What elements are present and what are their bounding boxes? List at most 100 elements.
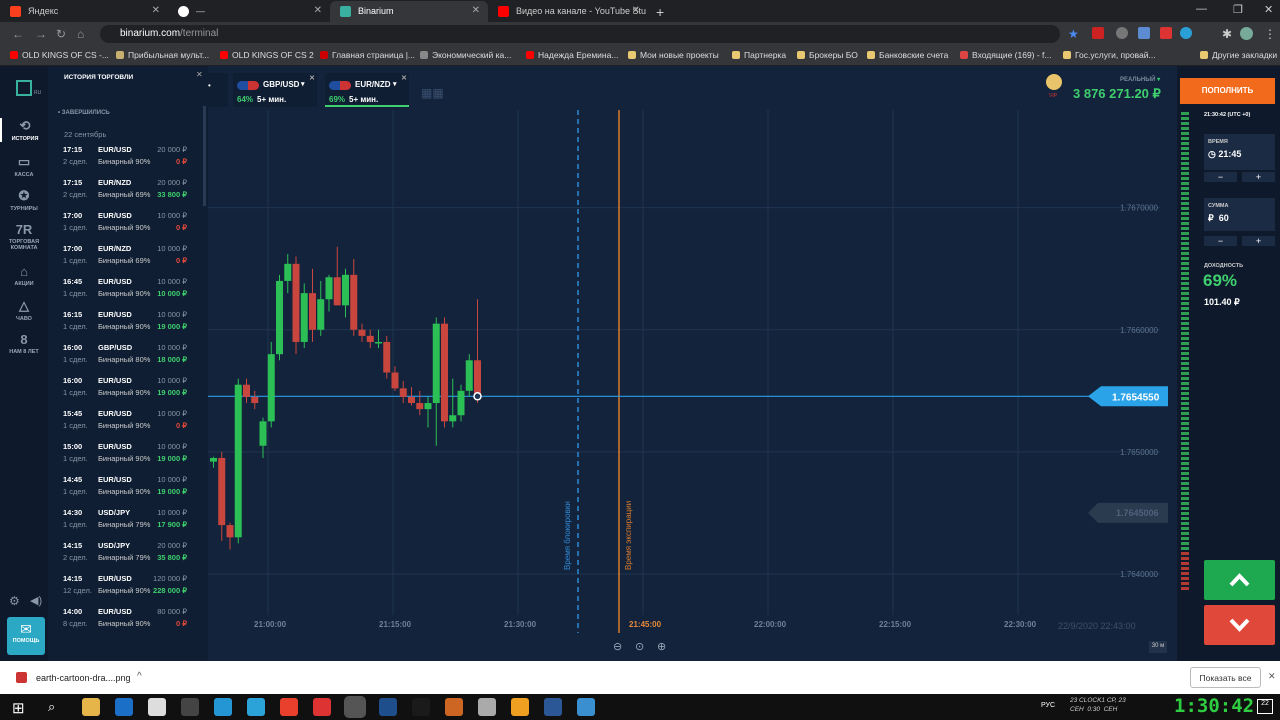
zoom-out-icon[interactable]: ⊖ (613, 640, 622, 653)
history-row[interactable]: 15:45 EUR/USD 10 000 ₽1 сдел. Бинарный 90% 0… (48, 406, 200, 439)
account-type[interactable]: РЕАЛЬНЫЙ ▾ (1120, 76, 1160, 83)
chrome-icon[interactable] (280, 698, 298, 716)
extension-icon[interactable] (1138, 27, 1150, 39)
layout-grid-icon[interactable]: ▦▦ (421, 86, 444, 100)
sidebar-item-wallet[interactable]: ▭ КАССА (0, 154, 48, 178)
history-row[interactable]: 14:15 USD/JPY 20 000 ₽2 сдел. Бинарный 79% 3… (48, 538, 200, 571)
new-tab-button[interactable]: + (650, 1, 674, 22)
amount-minus-button[interactable]: − (1204, 236, 1237, 246)
extension-icon[interactable] (1116, 27, 1128, 39)
bookmark-item[interactable]: Другие закладки (1200, 50, 1277, 60)
reload-icon[interactable]: ↻ (56, 27, 66, 41)
asset-tab-eurnzd[interactable]: EUR/NZD ▾ 69% 5+ мин. ✕ (325, 73, 409, 107)
forward-icon[interactable]: → (35, 27, 47, 41)
extension-icon[interactable] (1160, 27, 1172, 39)
extensions-puzzle-icon[interactable]: ✱ (1222, 27, 1232, 41)
bookmark-item[interactable]: Главная страница |... (320, 50, 415, 60)
bookmark-star-icon[interactable]: ★ (1068, 27, 1079, 41)
skype-icon[interactable] (214, 698, 232, 716)
save-icon[interactable] (181, 698, 199, 716)
bookmark-item[interactable]: Банковские счета (867, 50, 948, 60)
notifications-icon[interactable]: 22 (1257, 699, 1273, 714)
python-icon[interactable] (577, 698, 595, 716)
bookmark-item[interactable]: OLD KINGS OF CS 2 (220, 50, 314, 60)
close-asset-icon[interactable]: ✕ (401, 74, 407, 82)
bookmark-item[interactable]: Партнерка (732, 50, 786, 60)
history-row[interactable]: 17:00 EUR/USD 10 000 ₽1 сдел. Бинарный 90% 0… (48, 208, 200, 241)
avatar[interactable] (1240, 27, 1253, 40)
history-row[interactable]: 14:45 EUR/USD 10 000 ₽1 сдел. Бинарный 90% 1… (48, 472, 200, 505)
bookmark-item[interactable]: Брокеры БО (797, 50, 858, 60)
chrome-active-icon[interactable] (344, 696, 366, 718)
sidebar-item-anniversary[interactable]: 8 НАМ 8 ЛЕТ (0, 332, 48, 355)
close-window-icon[interactable]: ✕ (1264, 3, 1273, 16)
amount-plus-button[interactable]: + (1242, 236, 1275, 246)
adblock-icon[interactable] (1092, 27, 1104, 39)
sound-icon[interactable]: ◀) (30, 594, 42, 607)
amount-field[interactable]: СУММА ₽ 60 (1204, 198, 1275, 231)
history-row[interactable]: 16:00 GBP/USD 10 000 ₽1 сдел. Бинарный 80% 1… (48, 340, 200, 373)
windows-start-icon[interactable]: ⊞ (12, 699, 25, 717)
close-tab-icon[interactable]: ✕ (472, 5, 480, 16)
put-down-button[interactable] (1204, 605, 1275, 645)
minimize-window-icon[interactable]: — (1196, 3, 1207, 15)
zoom-in-icon[interactable]: ⊕ (657, 640, 666, 653)
language-indicator[interactable]: РУС (1041, 702, 1055, 709)
show-all-button[interactable]: Показать все (1190, 667, 1261, 688)
time-plus-button[interactable]: + (1242, 172, 1275, 182)
sidebar-item-history[interactable]: ⟲ ИСТОРИЯ (0, 118, 48, 142)
media-icon[interactable] (148, 698, 166, 716)
time-field[interactable]: ВРЕМЯ ◷ 21:45 (1204, 134, 1275, 170)
reset-zoom-icon[interactable]: ⊙ (635, 640, 644, 653)
close-history-icon[interactable]: ✕ (196, 70, 203, 79)
extension-icon[interactable] (1180, 27, 1192, 39)
tab-youtube[interactable]: Видео на канале - YouTube Stu ✕ (488, 1, 648, 22)
bookmark-item[interactable]: Экономический ка... (420, 50, 511, 60)
sidebar-item-faq[interactable]: △ ЧАВО (0, 298, 48, 322)
history-row[interactable]: 16:45 EUR/USD 10 000 ₽1 сдел. Бинарный 90% 1… (48, 274, 200, 307)
sidebar-item-gift[interactable]: ⌂ АКЦИИ (0, 264, 48, 287)
settings-gear-icon[interactable]: ⚙ (9, 594, 20, 608)
sidebar-item-trading-room[interactable]: 7R ТОРГОВАЯ КОМНАТА (0, 222, 48, 251)
close-asset-icon[interactable]: ✕ (309, 74, 315, 82)
close-downloads-icon[interactable]: ✕ (1268, 671, 1276, 682)
zoom-icon[interactable] (313, 698, 331, 716)
back-icon[interactable]: ← (12, 27, 24, 41)
history-scrollbar[interactable] (203, 106, 206, 206)
bookmark-item[interactable]: Прибыльная мульт... (116, 50, 209, 60)
help-button[interactable]: ✉ ПОМОЩЬ (7, 617, 45, 655)
history-row[interactable]: 16:15 EUR/USD 10 000 ₽1 сдел. Бинарный 90% 1… (48, 307, 200, 340)
interval-selector[interactable]: 30 м (1149, 641, 1167, 653)
asset-scroll-left[interactable]: • (208, 73, 228, 107)
maximize-window-icon[interactable]: ❐ (1233, 3, 1243, 16)
app-icon[interactable] (379, 698, 397, 716)
vpn-icon[interactable] (511, 698, 529, 716)
close-tab-icon[interactable]: ✕ (152, 5, 160, 16)
stream-icon[interactable] (445, 698, 463, 716)
history-row[interactable]: 17:15 EUR/NZD 20 000 ₽2 сдел. Бинарный 69% 3… (48, 175, 200, 208)
history-row[interactable]: 14:30 USD/JPY 10 000 ₽1 сдел. Бинарный 79% 1… (48, 505, 200, 538)
close-tab-icon[interactable]: ✕ (314, 5, 322, 16)
word-icon[interactable] (544, 698, 562, 716)
menu-kebab-icon[interactable]: ⋮ (1264, 27, 1276, 41)
search-icon[interactable]: ⌕ (48, 699, 55, 715)
home-icon[interactable]: ⌂ (77, 27, 84, 41)
history-row[interactable]: 17:15 EUR/USD 20 000 ₽2 сдел. Бинарный 90% 0… (48, 142, 200, 175)
time-minus-button[interactable]: − (1204, 172, 1237, 182)
file-explorer-icon[interactable] (82, 698, 100, 716)
price-chart[interactable]: 1.7670000 1.7660000 1.7650000 1.7640000 21:0… (208, 110, 1168, 635)
tab-yandex[interactable]: Яндекс ✕ (0, 1, 168, 22)
call-up-button[interactable] (1204, 560, 1275, 600)
steam-icon[interactable] (412, 698, 430, 716)
obs-icon[interactable] (478, 698, 496, 716)
close-tab-icon[interactable]: ✕ (632, 5, 640, 16)
history-row[interactable]: 15:00 EUR/USD 10 000 ₽1 сдел. Бинарный 90% 1… (48, 439, 200, 472)
download-filename[interactable]: earth-cartoon-dra....png (36, 673, 131, 683)
bookmark-item[interactable]: OLD KINGS OF CS -... (10, 50, 109, 60)
deposit-button[interactable]: ПОПОЛНИТЬ (1180, 78, 1275, 104)
tab-blank[interactable]: — ✕ (168, 1, 330, 22)
bookmark-item[interactable]: Надежда Еремина... (526, 50, 618, 60)
url-input[interactable]: binarium.com/terminal (100, 25, 1060, 43)
bookmark-item[interactable]: Входящие (169) - f... (960, 50, 1052, 60)
history-row[interactable]: 16:00 EUR/USD 10 000 ₽1 сдел. Бинарный 90% 1… (48, 373, 200, 406)
